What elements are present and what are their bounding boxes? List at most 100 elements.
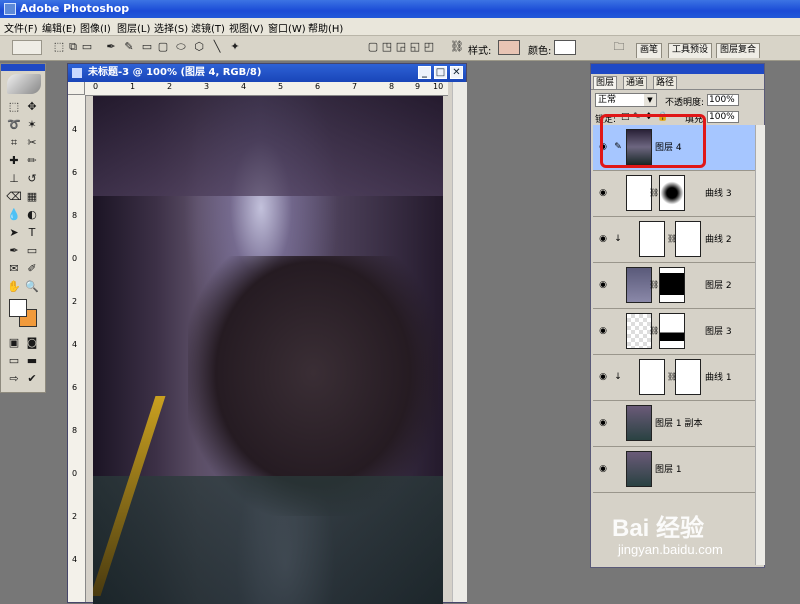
eye-icon[interactable]: ◉ (597, 463, 609, 475)
layer-row[interactable]: ◉ ⛓ 曲线 3 (593, 171, 755, 217)
blur-tool-icon[interactable]: 💧 (6, 208, 22, 222)
eye-icon[interactable]: ◉ (597, 325, 609, 337)
document-canvas[interactable] (93, 96, 443, 604)
file-browser-icon[interactable]: 🗀 (612, 40, 626, 54)
layer-name[interactable]: 图层 1 (655, 462, 682, 475)
blend-mode-select[interactable]: 正常 ▼ (595, 93, 657, 107)
zoom-tool-icon[interactable]: 🔍 (24, 280, 40, 294)
menu-view[interactable]: 视图(V) (229, 20, 264, 35)
eye-icon[interactable]: ◉ (597, 279, 609, 291)
vertical-ruler[interactable]: 4 6 8 0 2 4 6 8 0 2 4 (68, 95, 86, 602)
eye-icon[interactable]: ◉ (597, 233, 609, 245)
notes-tool-icon[interactable]: ✉ (6, 262, 22, 276)
layer-name[interactable]: 图层 3 (705, 324, 732, 337)
add-selection-icon[interactable]: ⧉ (66, 40, 80, 54)
custom-shape-icon[interactable]: ✦ (228, 40, 242, 54)
eye-icon[interactable]: ◉ (597, 417, 609, 429)
jump-to-imageready-icon[interactable]: ⇨ (6, 372, 22, 386)
opacity-field[interactable]: 100% (707, 94, 739, 106)
imageready-icon[interactable]: ✔ (24, 372, 40, 386)
full-screen-icon[interactable]: ▬ (24, 354, 40, 368)
tab-paths[interactable]: 路径 (653, 76, 678, 89)
path-selection-icon[interactable]: ➤ (6, 226, 22, 240)
eraser-tool-icon[interactable]: ⌫ (6, 190, 22, 204)
well-layer-comps[interactable]: 图层复合 (716, 43, 761, 58)
marquee-tool-icon[interactable]: ⬚ (6, 100, 22, 114)
eye-icon[interactable]: ◉ (597, 371, 609, 383)
layer-name[interactable]: 图层 2 (705, 278, 732, 291)
minimize-button[interactable]: _ (418, 66, 431, 79)
link-icon[interactable]: ⛓ (450, 40, 464, 54)
layer-row[interactable]: ◉ ↓ ⛓ 曲线 1 (593, 355, 755, 401)
type-tool-icon[interactable]: T (24, 226, 40, 240)
new-selection-icon[interactable]: ⬚ (52, 40, 66, 54)
move-tool-icon[interactable]: ✥ (24, 100, 40, 114)
layer-row[interactable]: ◉ ↓ ⛓ 曲线 2 (593, 217, 755, 263)
hand-tool-icon[interactable]: ✋ (6, 280, 22, 294)
toolbox-header[interactable] (1, 64, 45, 71)
shape-tool-icon[interactable]: ▭ (24, 244, 40, 258)
brush-tool-icon[interactable]: ✏ (24, 154, 40, 168)
healing-brush-icon[interactable]: ✚ (6, 154, 22, 168)
subtract-selection-icon[interactable]: ▭ (80, 40, 94, 54)
fill-field[interactable]: 100% (707, 111, 739, 123)
foreground-color-swatch[interactable] (9, 299, 27, 317)
ruler-origin[interactable] (68, 82, 85, 95)
clone-stamp-icon[interactable]: ⊥ (6, 172, 22, 186)
crop-tool-icon[interactable]: ⌗ (6, 136, 22, 150)
layer-name[interactable]: 曲线 1 (705, 370, 732, 383)
ellipse-shape-icon[interactable]: ⬭ (174, 40, 188, 54)
gradient-tool-icon[interactable]: ▦ (24, 190, 40, 204)
magic-wand-tool-icon[interactable]: ✶ (24, 118, 40, 132)
line-shape-icon[interactable]: ╲ (210, 40, 224, 54)
document-vertical-scrollbar[interactable] (452, 82, 467, 602)
tab-channels[interactable]: 通道 (623, 76, 648, 89)
layer-row[interactable]: ◉ 图层 1 副本 (593, 401, 755, 447)
eye-icon[interactable]: ◉ (597, 187, 609, 199)
menu-edit[interactable]: 编辑(E) (42, 20, 76, 35)
document-titlebar[interactable]: 未标题-3 @ 100% (图层 4, RGB/8) _ □ ✕ (68, 64, 466, 82)
well-tool-presets[interactable]: 工具预设 (668, 43, 713, 58)
layer-name[interactable]: 曲线 2 (705, 232, 732, 245)
layer-row[interactable]: ◉ 图层 1 (593, 447, 755, 493)
rectangle-shape-icon[interactable]: ▭ (140, 40, 154, 54)
menu-filter[interactable]: 滤镜(T) (191, 20, 225, 35)
well-brushes[interactable]: 画笔 (636, 43, 663, 58)
menu-file[interactable]: 文件(F) (4, 20, 38, 35)
horizontal-ruler[interactable]: 0 1 2 3 4 5 6 7 8 9 10 (85, 82, 448, 96)
tool-preset-picker[interactable] (12, 40, 42, 55)
pen-tool-icon[interactable]: ✒ (104, 40, 118, 54)
shape-area-icon[interactable]: ◰ (422, 40, 436, 54)
rounded-rect-shape-icon[interactable]: ▢ (156, 40, 170, 54)
lasso-tool-icon[interactable]: ➰ (6, 118, 22, 132)
eyedropper-tool-icon[interactable]: ✐ (24, 262, 40, 276)
history-brush-icon[interactable]: ↺ (24, 172, 40, 186)
freeform-pen-icon[interactable]: ✎ (122, 40, 136, 54)
polygon-shape-icon[interactable]: ⬡ (192, 40, 206, 54)
tab-layers[interactable]: 图层 (593, 76, 618, 89)
menu-help[interactable]: 帮助(H) (308, 20, 343, 35)
standard-mode-icon[interactable]: ▣ (6, 336, 22, 350)
layers-panel-header[interactable] (591, 64, 764, 74)
layer-name[interactable]: 图层 1 副本 (655, 416, 702, 429)
slice-tool-icon[interactable]: ✂ (24, 136, 40, 150)
shape-area-intersect-icon[interactable]: ◲ (394, 40, 408, 54)
layer-row[interactable]: ◉ ⛓ 图层 3 (593, 309, 755, 355)
dodge-tool-icon[interactable]: ◐ (24, 208, 40, 222)
standard-screen-icon[interactable]: ▭ (6, 354, 22, 368)
shape-area-subtract-icon[interactable]: ◳ (380, 40, 394, 54)
maximize-button[interactable]: □ (434, 66, 447, 79)
color-swatch[interactable] (554, 40, 576, 55)
menu-image[interactable]: 图像(I) (80, 20, 111, 35)
menu-select[interactable]: 选择(S) (154, 20, 188, 35)
menu-layer[interactable]: 图层(L) (117, 20, 150, 35)
quick-mask-icon[interactable]: ◙ (24, 336, 40, 350)
menu-window[interactable]: 窗口(W) (268, 20, 306, 35)
shape-area-add-icon[interactable]: ▢ (366, 40, 380, 54)
style-swatch[interactable] (498, 40, 520, 55)
close-button[interactable]: ✕ (450, 66, 463, 79)
layer-name[interactable]: 曲线 3 (705, 186, 732, 199)
layers-scrollbar[interactable] (755, 125, 765, 565)
pen-tool-icon[interactable]: ✒ (6, 244, 22, 258)
shape-area-exclude-icon[interactable]: ◱ (408, 40, 422, 54)
